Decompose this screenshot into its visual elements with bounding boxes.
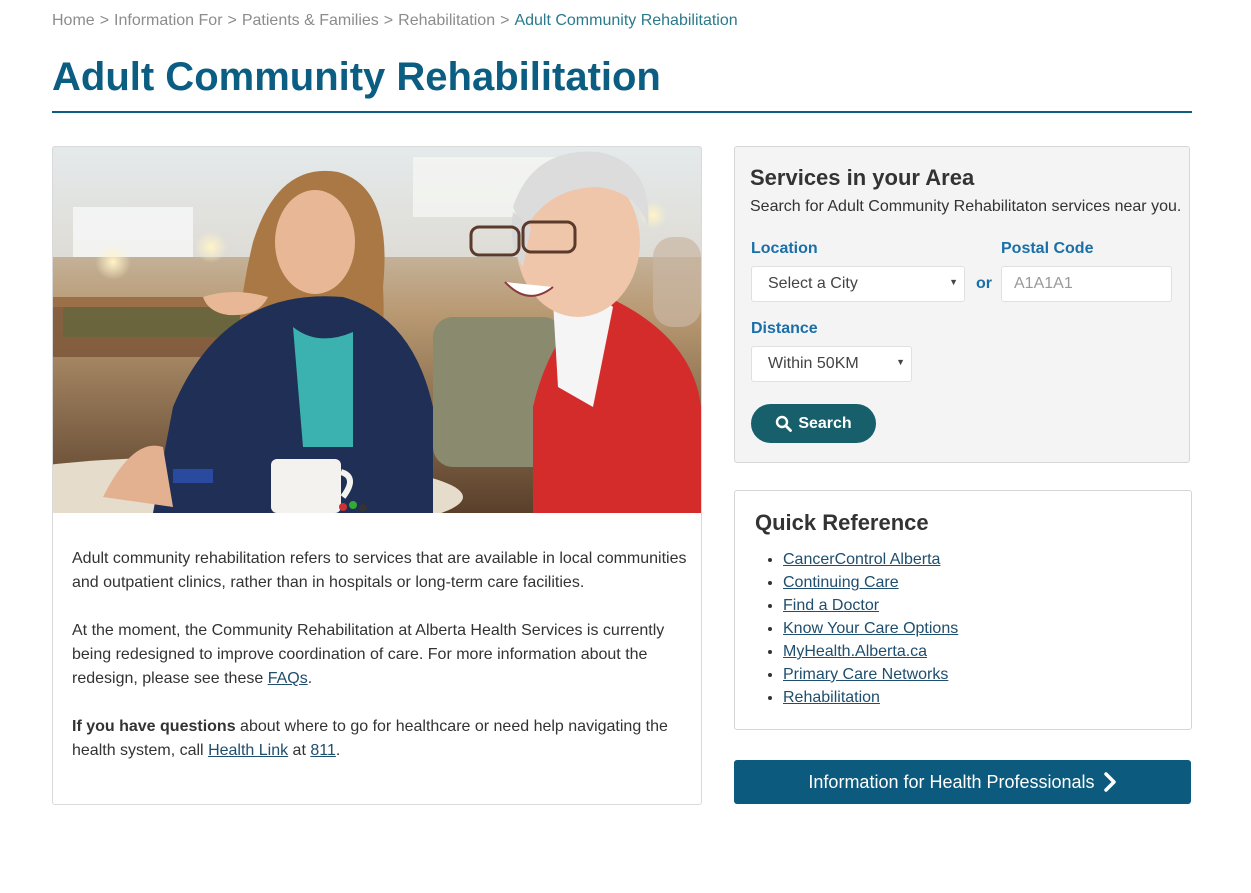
hero-photo <box>53 147 701 513</box>
location-select[interactable]: Select a City ▼ <box>751 266 965 302</box>
quick-reference-title: Quick Reference <box>755 510 929 535</box>
article-paragraph-3: If you have questions about where to go … <box>72 715 687 763</box>
health-professionals-button[interactable]: Information for Health Professionals <box>734 760 1191 804</box>
breadcrumb-information-for[interactable]: Information For <box>114 12 222 29</box>
distance-label: Distance <box>751 320 818 337</box>
article-text: At the moment, the Community Rehabilitat… <box>72 622 665 687</box>
article-text: at <box>288 742 311 759</box>
article-body: Adult community rehabilitation refers to… <box>72 547 687 787</box>
breadcrumb-separator: > <box>99 12 110 29</box>
or-label: or <box>976 275 992 292</box>
breadcrumb-home[interactable]: Home <box>52 12 95 29</box>
list-item: Primary Care Networks <box>783 663 958 686</box>
article-paragraph-2: At the moment, the Community Rehabilitat… <box>72 619 687 691</box>
location-select-value: Select a City <box>768 275 858 292</box>
search-button-label: Search <box>798 414 852 432</box>
quick-link-know-your-care-options[interactable]: Know Your Care Options <box>783 620 958 637</box>
location-label: Location <box>751 240 818 257</box>
title-divider <box>52 111 1192 113</box>
phone-811-link[interactable]: 811 <box>310 742 336 759</box>
quick-link-primary-care-networks[interactable]: Primary Care Networks <box>783 666 948 683</box>
list-item: Continuing Care <box>783 571 958 594</box>
distance-select[interactable]: Within 50KM ▼ <box>751 346 912 382</box>
distance-select-value: Within 50KM <box>768 355 859 372</box>
quick-link-continuing-care[interactable]: Continuing Care <box>783 574 899 591</box>
list-item: CancerControl Alberta <box>783 548 958 571</box>
health-link-link[interactable]: Health Link <box>208 742 288 759</box>
list-item: MyHealth.Alberta.ca <box>783 640 958 663</box>
postal-code-input[interactable] <box>1001 266 1172 302</box>
chevron-right-icon <box>1103 772 1116 792</box>
search-icon <box>776 415 793 432</box>
breadcrumb-current: Adult Community Rehabilitation <box>514 12 738 29</box>
postal-code-label: Postal Code <box>1001 240 1094 257</box>
breadcrumb-separator: > <box>500 12 510 29</box>
faqs-link[interactable]: FAQs <box>268 670 308 687</box>
health-professionals-button-label: Information for Health Professionals <box>808 771 1095 792</box>
services-subtitle: Search for Adult Community Rehabilitaton… <box>750 198 1182 215</box>
dropdown-arrow-icon: ▼ <box>896 357 905 367</box>
breadcrumb-separator: > <box>227 12 237 29</box>
article-paragraph-1: Adult community rehabilitation refers to… <box>72 550 687 591</box>
services-search-panel: Services in your Area Search for Adult C… <box>734 146 1190 463</box>
quick-link-find-a-doctor[interactable]: Find a Doctor <box>783 597 879 614</box>
page-title: Adult Community Rehabilitation <box>52 55 661 99</box>
list-item: Find a Doctor <box>783 594 958 617</box>
breadcrumb-separator: > <box>383 12 394 29</box>
quick-link-rehabilitation[interactable]: Rehabilitation <box>783 689 880 706</box>
article-text: . <box>335 742 341 759</box>
quick-link-cancercontrol-alberta[interactable]: CancerControl Alberta <box>783 551 940 568</box>
breadcrumb-patients-families[interactable]: Patients & Families <box>242 12 379 29</box>
article-card: Adult community rehabilitation refers to… <box>52 146 702 805</box>
quick-link-myhealth-alberta[interactable]: MyHealth.Alberta.ca <box>783 643 927 660</box>
services-title: Services in your Area <box>750 165 975 190</box>
list-item: Know Your Care Options <box>783 617 958 640</box>
search-button[interactable]: Search <box>751 404 876 443</box>
article-text: . <box>307 670 313 687</box>
breadcrumb: Home > Information For > Patients & Families… <box>52 12 738 30</box>
breadcrumb-rehabilitation[interactable]: Rehabilitation <box>398 12 495 29</box>
quick-reference-list: CancerControl Alberta Continuing Care Fi… <box>783 548 958 709</box>
article-bold-text: If you have questions <box>72 718 236 735</box>
dropdown-arrow-icon: ▼ <box>949 277 958 287</box>
quick-reference-panel: Quick Reference CancerControl Alberta Co… <box>734 490 1192 730</box>
list-item: Rehabilitation <box>783 686 958 709</box>
